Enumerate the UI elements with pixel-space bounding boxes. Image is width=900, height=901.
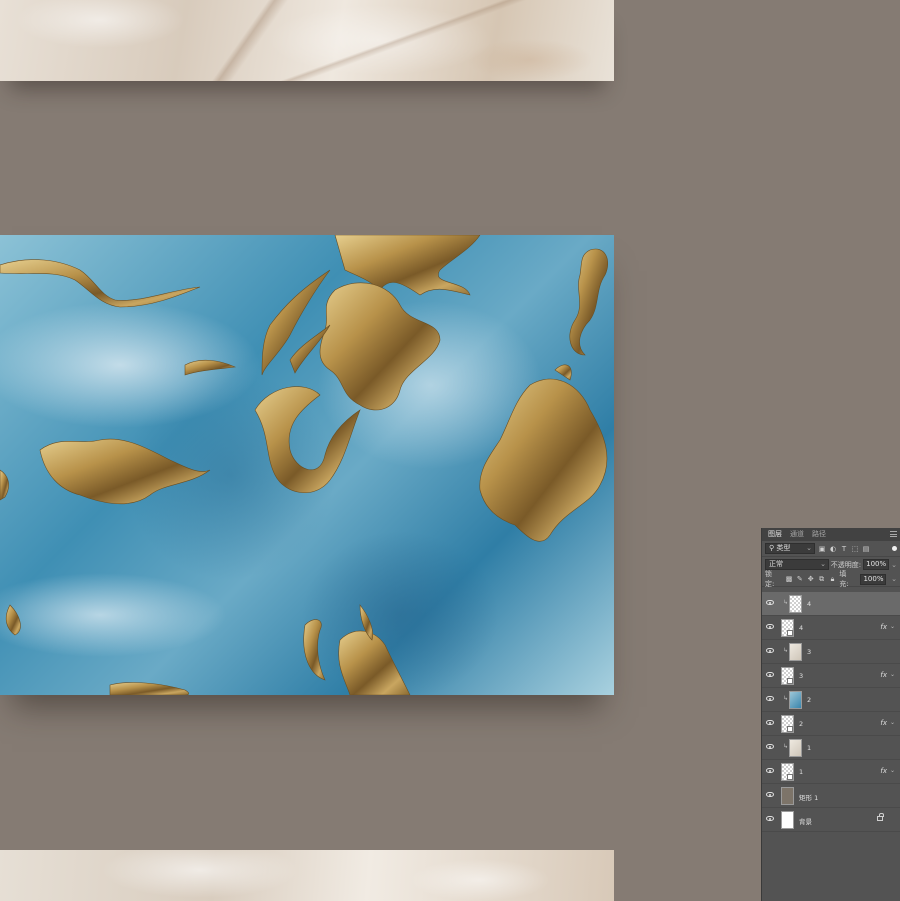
filter-kind-select[interactable]: ⚲ 类型 ⌄	[765, 543, 815, 554]
layer-row[interactable]: 4 fx ⌄	[762, 616, 900, 640]
shape-filter-icon[interactable]: ⬚	[851, 545, 859, 553]
marble-bottom-artboard	[0, 850, 614, 901]
lock-position-icon[interactable]: ✥	[807, 575, 815, 583]
gold-foil-veins	[0, 235, 609, 695]
layer-list: ↳ 4 4 fx ⌄ ↳ 3 3 fx ⌄ ↳ 2 2 fx ⌄ ↳ 1 1 fx ⌄ 矩形 1 背景	[762, 592, 900, 832]
smart-object-badge-icon	[787, 630, 793, 636]
expand-effects-icon[interactable]: ⌄	[890, 767, 895, 774]
visibility-eye-icon[interactable]	[766, 672, 774, 677]
layer-effects-icon[interactable]: fx	[880, 671, 887, 679]
visibility-eye-icon[interactable]	[766, 816, 774, 821]
lock-label: 锁定:	[765, 570, 775, 588]
layer-thumbnail[interactable]	[789, 691, 802, 709]
smart-object-badge-icon	[787, 726, 793, 732]
adjustment-filter-icon[interactable]: ◐	[829, 545, 837, 553]
smart-object-badge-icon	[787, 678, 793, 684]
layer-effects-icon[interactable]: fx	[880, 767, 887, 775]
visibility-eye-icon[interactable]	[766, 648, 774, 653]
lock-transparency-icon[interactable]: ▩	[785, 575, 793, 583]
visibility-eye-icon[interactable]	[766, 600, 774, 605]
layer-filter-row: ⚲ 类型 ⌄ ▣ ◐ T ⬚ ▤	[762, 541, 900, 557]
type-filter-icon[interactable]: T	[840, 545, 848, 553]
filter-kind-label: 类型	[776, 544, 791, 552]
panel-menu-icon[interactable]	[890, 531, 897, 537]
tab-paths[interactable]: 路径	[808, 528, 830, 541]
image-filter-icon[interactable]: ▣	[818, 545, 826, 553]
blend-opacity-row: 正常 ⌄ 不透明度: 100% ⌄	[762, 557, 900, 572]
opacity-field[interactable]: 100%	[863, 559, 890, 570]
clipping-mask-icon: ↳	[783, 743, 789, 750]
layer-thumbnail[interactable]	[789, 595, 802, 613]
layer-name[interactable]: 1	[799, 768, 803, 776]
opacity-label: 不透明度:	[830, 560, 862, 569]
layer-row[interactable]: 2 fx ⌄	[762, 712, 900, 736]
layer-name[interactable]: 背景	[799, 816, 812, 826]
chevron-down-icon: ⌄	[820, 560, 826, 568]
layer-thumbnail[interactable]	[789, 643, 802, 661]
layer-thumbnail[interactable]	[789, 739, 802, 757]
lock-artboard-icon[interactable]: ⧉	[818, 575, 826, 583]
layer-name[interactable]: 4	[807, 600, 811, 608]
lock-pixels-icon[interactable]: ✎	[796, 575, 804, 583]
fill-label: 填充:	[839, 570, 849, 588]
layers-panel: 图层 通道 路径 ⚲ 类型 ⌄ ▣ ◐ T ⬚ ▤ 正常 ⌄ 不透明度: 100…	[761, 528, 900, 901]
expand-effects-icon[interactable]: ⌄	[890, 623, 895, 630]
lock-all-icon[interactable]: 🔒︎	[829, 575, 837, 583]
filter-toggle[interactable]	[892, 546, 897, 551]
layer-name[interactable]: 1	[807, 744, 811, 752]
visibility-eye-icon[interactable]	[766, 696, 774, 701]
panel-tab-bar: 图层 通道 路径	[762, 528, 900, 541]
layer-thumbnail[interactable]	[781, 787, 794, 805]
layer-row[interactable]: 3 fx ⌄	[762, 664, 900, 688]
fill-field[interactable]: 100%	[860, 573, 887, 585]
fill-slider-toggle[interactable]: ⌄	[891, 575, 897, 583]
smart-object-badge-icon	[787, 774, 793, 780]
visibility-eye-icon[interactable]	[766, 768, 774, 773]
clipping-mask-icon: ↳	[783, 695, 789, 702]
opacity-slider-toggle[interactable]: ⌄	[891, 561, 897, 569]
tab-channels[interactable]: 通道	[786, 528, 808, 541]
layer-row[interactable]: ↳ 1	[762, 736, 900, 760]
marble-top-artboard	[0, 0, 614, 81]
search-icon: ⚲	[769, 544, 775, 552]
visibility-eye-icon[interactable]	[766, 792, 774, 797]
visibility-eye-icon[interactable]	[766, 744, 774, 749]
layer-row[interactable]: 背景	[762, 808, 900, 832]
layer-row[interactable]: ↳ 3	[762, 640, 900, 664]
layer-effects-icon[interactable]: fx	[880, 719, 887, 727]
layer-name[interactable]: 3	[807, 648, 811, 656]
layer-name[interactable]: 矩形 1	[799, 792, 818, 802]
layer-row[interactable]: 1 fx ⌄	[762, 760, 900, 784]
clipping-mask-icon: ↳	[783, 647, 789, 654]
marble-blue-gold-artboard	[0, 235, 614, 695]
layer-row[interactable]: 矩形 1	[762, 784, 900, 808]
lock-fill-row: 锁定: ▩ ✎ ✥ ⧉ 🔒︎ 填充: 100% ⌄	[762, 570, 900, 588]
visibility-eye-icon[interactable]	[766, 720, 774, 725]
layer-name[interactable]: 4	[799, 624, 803, 632]
layer-row[interactable]: ↳ 4	[762, 592, 900, 616]
layer-lock-icon[interactable]	[877, 813, 884, 821]
layer-name[interactable]: 2	[807, 696, 811, 704]
clipping-mask-icon: ↳	[783, 599, 789, 606]
layer-row[interactable]: ↳ 2	[762, 688, 900, 712]
layer-effects-icon[interactable]: fx	[880, 623, 887, 631]
smart-object-filter-icon[interactable]: ▤	[862, 545, 870, 553]
blend-mode-value: 正常	[769, 560, 783, 568]
expand-effects-icon[interactable]: ⌄	[890, 671, 895, 678]
layer-thumbnail[interactable]	[781, 811, 794, 829]
tab-layers[interactable]: 图层	[764, 528, 786, 541]
chevron-down-icon: ⌄	[806, 544, 812, 552]
visibility-eye-icon[interactable]	[766, 624, 774, 629]
expand-effects-icon[interactable]: ⌄	[890, 719, 895, 726]
layer-name[interactable]: 3	[799, 672, 803, 680]
layer-name[interactable]: 2	[799, 720, 803, 728]
